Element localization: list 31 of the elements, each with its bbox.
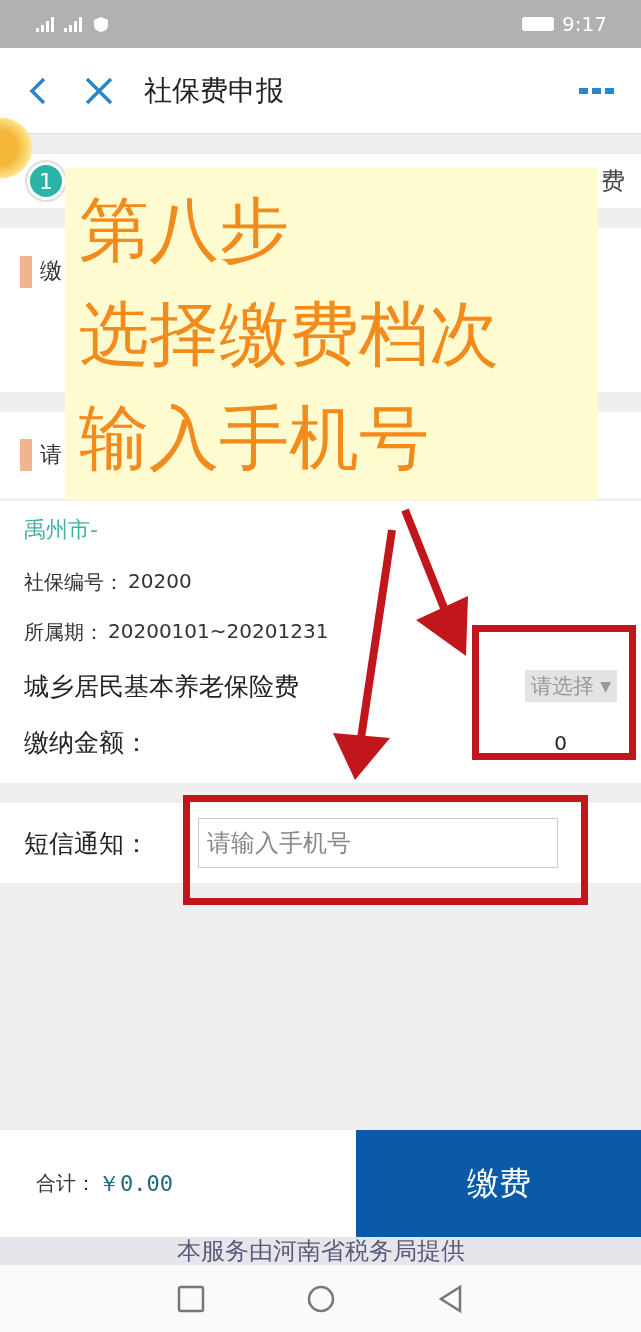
annotation-text: 选择缴费档次 xyxy=(79,292,499,377)
close-icon[interactable] xyxy=(84,75,114,106)
section-title: 缴 xyxy=(40,257,62,285)
section-marker xyxy=(20,256,32,288)
field-label: 社保编号： xyxy=(24,568,124,596)
section-title: 请 xyxy=(40,441,62,469)
amount-label: 缴纳金额： xyxy=(24,727,149,759)
status-time: 9:17 xyxy=(562,12,607,36)
field-value: 20200101~20201231 xyxy=(108,619,329,645)
footer-text: 本服务由河南省税务局提供 xyxy=(0,1237,641,1265)
recent-apps-icon[interactable] xyxy=(175,1283,206,1314)
insurance-name: 城乡居民基本养老保险费 xyxy=(24,670,299,703)
total-amount: ￥0.00 xyxy=(98,1169,173,1198)
annotation-text: 输入手机号 xyxy=(79,396,429,481)
home-icon[interactable] xyxy=(305,1283,336,1314)
more-icon[interactable] xyxy=(577,85,617,96)
pay-button[interactable]: 缴费 xyxy=(356,1130,641,1237)
step-label[interactable]: 费 xyxy=(601,165,625,197)
signal-icon xyxy=(62,16,84,32)
sms-label: 短信通知： xyxy=(24,827,150,860)
field-label: 所属期： xyxy=(24,619,104,646)
area-name: 禹州市- xyxy=(24,516,99,544)
signal-icon xyxy=(34,16,56,32)
total-label: 合计： xyxy=(36,1170,96,1197)
annotation-text: 第八步 xyxy=(79,188,289,273)
battery-icon xyxy=(522,17,555,31)
section-marker xyxy=(20,439,32,471)
page-title: 社保费申报 xyxy=(144,72,285,109)
phone-input[interactable]: 请输入手机号 xyxy=(198,818,558,868)
amount-value: 0 xyxy=(554,730,567,755)
field-value: 20200 xyxy=(128,568,192,595)
